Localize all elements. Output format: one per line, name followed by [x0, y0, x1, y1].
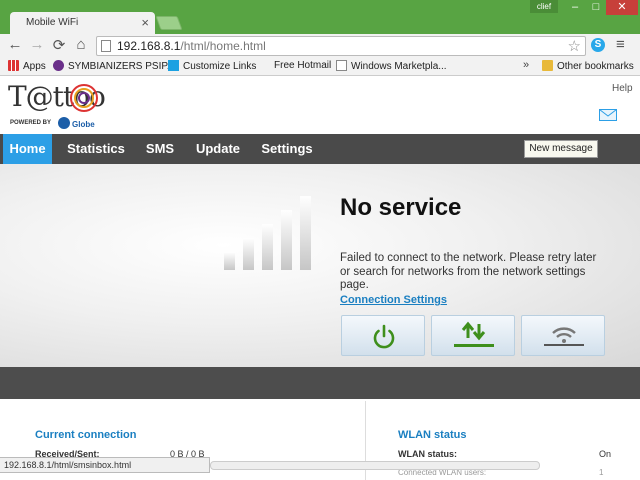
- signal-strength-icon: [224, 196, 311, 270]
- browser-tab[interactable]: Mobile WiFi ×: [10, 12, 155, 34]
- back-icon[interactable]: ←: [6, 36, 24, 53]
- browser-toolbar: ← → ⟳ ⌂ 192.168.8.1/html/home.html ☆: [0, 34, 640, 58]
- bookmark-apps[interactable]: Apps: [8, 60, 46, 72]
- bookmark-label: Customize Links: [183, 61, 257, 72]
- logo-brand: Globe: [72, 120, 95, 129]
- other-bookmarks[interactable]: Other bookmarks: [542, 60, 634, 72]
- current-connection-title: Current connection: [35, 429, 137, 441]
- symbianizers-icon: [53, 60, 64, 71]
- minimize-icon[interactable]: –: [564, 0, 586, 15]
- up-down-arrows-icon: [454, 321, 494, 347]
- logo-swirl-icon: [70, 84, 98, 112]
- nav-home[interactable]: Home: [3, 134, 52, 164]
- url-path: /html/home.html: [180, 39, 266, 53]
- wlan-status-value: On: [599, 449, 612, 459]
- status-title: No service: [340, 194, 462, 221]
- nav-update[interactable]: Update: [190, 134, 246, 164]
- new-tab-button[interactable]: [155, 16, 183, 30]
- other-bookmarks-label: Other bookmarks: [557, 61, 634, 72]
- url-host: 192.168.8.1: [117, 39, 181, 53]
- new-message-tooltip: New message: [524, 140, 598, 158]
- folder-icon: [542, 60, 553, 71]
- wifi-icon: [544, 327, 584, 346]
- tab-title: Mobile WiFi: [26, 17, 79, 28]
- footer-band: [0, 367, 640, 399]
- bookmark-customize-links[interactable]: Customize Links: [168, 60, 256, 72]
- tattoo-logo: T@ttoo POWERED BY Globe: [8, 80, 106, 132]
- tab-close-icon[interactable]: ×: [141, 15, 149, 30]
- bookmark-symbianizers[interactable]: SYMBIANIZERS PSIP...: [53, 60, 175, 72]
- power-icon: [373, 324, 395, 349]
- document-icon: [336, 60, 347, 71]
- nav-statistics[interactable]: Statistics: [62, 134, 130, 164]
- home-icon[interactable]: ⌂: [72, 36, 90, 53]
- bookmark-windows-marketplace[interactable]: Windows Marketpla...: [336, 60, 447, 72]
- connection-settings-link[interactable]: Connection Settings: [340, 294, 447, 306]
- apps-icon: [8, 60, 19, 71]
- browser-status-url: 192.168.8.1/html/smsinbox.html: [0, 457, 210, 473]
- reload-icon[interactable]: ⟳: [50, 36, 68, 54]
- bookmark-label: Apps: [23, 61, 46, 72]
- data-transfer-button[interactable]: [431, 315, 515, 356]
- status-description: Failed to connect to the network. Please…: [340, 252, 597, 291]
- help-link[interactable]: Help: [612, 83, 633, 94]
- address-bar[interactable]: 192.168.8.1/html/home.html ☆: [96, 36, 586, 56]
- bookmark-label: SYMBIANIZERS PSIP...: [68, 61, 176, 72]
- horizontal-scrollbar[interactable]: [210, 461, 540, 470]
- maximize-icon[interactable]: □: [586, 0, 606, 15]
- browser-menu-icon[interactable]: ≡: [616, 36, 625, 53]
- page-icon: [101, 40, 111, 52]
- windows-icon: [168, 60, 179, 71]
- profile-badge[interactable]: clief: [530, 0, 558, 13]
- router-page: T@ttoo POWERED BY Globe Help Home Statis…: [0, 77, 640, 480]
- bookmarks-bar: Apps SYMBIANIZERS PSIP... Customize Link…: [0, 58, 640, 76]
- bookmark-free-hotmail[interactable]: Free Hotmail: [274, 60, 331, 71]
- bookmark-star-icon[interactable]: ☆: [568, 37, 581, 55]
- wlan-users-value: 1: [599, 468, 604, 477]
- nav-sms[interactable]: SMS: [140, 134, 180, 164]
- power-button[interactable]: [341, 315, 425, 356]
- bookmark-label: Windows Marketpla...: [351, 61, 447, 72]
- bookmarks-overflow-icon[interactable]: »: [523, 59, 529, 71]
- close-window-icon[interactable]: ✕: [606, 0, 638, 15]
- bookmark-label: Free Hotmail: [274, 60, 332, 71]
- wlan-status-title: WLAN status: [398, 429, 467, 441]
- mail-icon[interactable]: [599, 109, 617, 121]
- skype-extension-icon[interactable]: S: [591, 38, 605, 52]
- globe-icon: [58, 117, 70, 129]
- url-text: 192.168.8.1/html/home.html: [117, 39, 266, 53]
- logo-powered-by: POWERED BY: [10, 120, 52, 126]
- nav-settings[interactable]: Settings: [256, 134, 318, 164]
- wlan-status-label: WLAN status:: [398, 449, 457, 459]
- status-panel: No service Failed to connect to the netw…: [0, 164, 640, 367]
- forward-icon[interactable]: →: [28, 36, 46, 53]
- browser-titlebar: Mobile WiFi × clief – □ ✕: [0, 0, 640, 34]
- wifi-button[interactable]: [521, 315, 605, 356]
